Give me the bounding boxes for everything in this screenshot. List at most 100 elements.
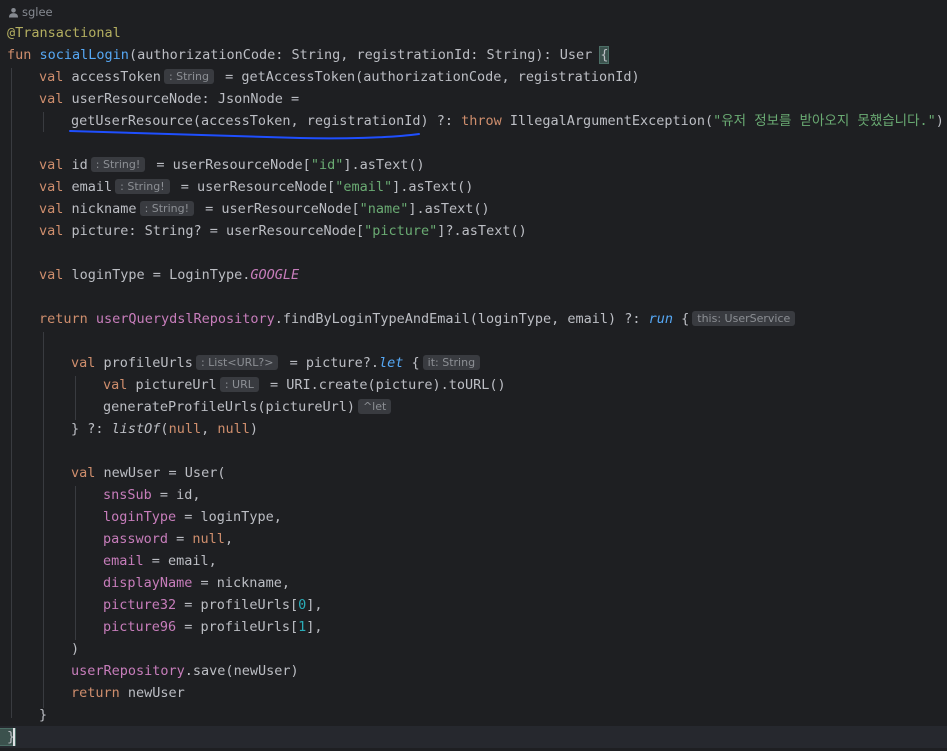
code-line: snsSub = id, [103,484,201,506]
current-code-line: } [0,726,947,748]
named-argument: email [103,553,144,569]
type-hint: : String! [139,201,195,216]
variable-name: pictureUrl [135,377,217,393]
keyword-null: null [217,421,250,437]
named-argument: password [103,531,169,547]
operator: = [151,487,177,503]
argument-value: profileUrls[ [200,619,299,635]
lambda-param-hint: it: String [422,355,481,370]
argument-value: profileUrls[ [200,597,299,613]
operator: = [176,619,201,635]
bracket: ], [306,619,323,635]
string-literal: "id" [310,157,344,173]
comma: , [201,421,218,437]
code-author-hint[interactable]: sglee [8,4,53,20]
function-call: generateProfileUrls(pictureUrl) [103,399,355,415]
bracket: ], [306,597,323,613]
expression: .findByLoginTypeAndEmail(loginType, emai… [274,311,649,327]
enum-constant: GOOGLE [250,267,300,283]
keyword-return: return [71,685,120,701]
expression: = picture?. [281,355,380,371]
comma: , [224,531,234,547]
user-icon [8,7,19,18]
keyword-null: null [192,531,225,547]
scope-function: let [379,355,404,371]
code-line: picture96 = profileUrls[1], [103,616,323,638]
function-signature: (authorizationCode: String, registration… [128,47,601,63]
code-line: displayName = nickname, [103,572,290,594]
code-line: val newUser = User( [71,462,225,484]
expression: ].asText() [343,157,425,173]
named-argument: picture96 [103,619,177,635]
code-line: picture32 = profileUrls[0], [103,594,323,616]
property-reference: userRepository [71,663,185,679]
expression: ].asText() [408,201,490,217]
keyword-val: val [39,179,64,195]
code-line: val loginType = LoginType.GOOGLE [39,264,299,286]
keyword-val: val [39,157,64,173]
paren: ) [935,113,944,129]
operator: = [143,553,169,569]
expression: } ?: [71,421,112,437]
variable-name: email [71,179,113,195]
receiver-hint: this: UserService [692,311,796,326]
indent-guide [11,68,12,718]
argument-value: email, [168,553,217,569]
expression: loginType = LoginType. [71,267,251,283]
indent-guide [43,112,44,132]
code-line: } ?: listOf(null, null) [71,418,258,440]
named-argument: snsSub [103,487,152,503]
brace: { [673,311,690,327]
code-editor[interactable]: sglee @Transactional fun socialLogin(aut… [0,0,947,751]
argument-value: nickname, [216,575,290,591]
keyword-val: val [39,267,64,283]
property-reference: userQuerydslRepository [95,311,275,327]
code-line: val userResourceNode: JsonNode = [39,88,299,110]
keyword-val: val [71,465,96,481]
keyword-val: val [39,91,64,107]
keyword-val: val [103,377,128,393]
code-line: } [39,704,47,726]
operator: = [168,531,193,547]
operator: = [176,509,201,525]
type-hint: : String! [115,179,170,194]
indent-guide [75,486,76,640]
operator: = [192,575,217,591]
expression: ].asText() [392,179,474,195]
variable-name: nickname [71,201,137,217]
number-literal: 0 [298,597,307,613]
expression: = getAccessToken(authorizationCode, regi… [216,69,640,85]
keyword-val: val [71,355,96,371]
expression: ]?.asText() [437,223,527,239]
paren: ) [71,641,80,657]
keyword-val: val [39,201,64,217]
keyword-val: val [39,69,64,85]
code-line: val email: String! = userResourceNode["e… [39,176,473,198]
string-literal: "picture" [364,223,438,239]
matched-brace: { [599,46,610,64]
code-line: val accessToken: String = getAccessToken… [39,66,640,88]
string-literal: "name" [359,201,409,217]
exception-class: IllegalArgumentException( [501,113,714,129]
variable-name: id [71,157,88,173]
keyword-fun: fun [7,47,32,63]
code-line: userRepository.save(newUser) [71,660,299,682]
expression: picture: String? = userResourceNode[ [71,223,365,239]
type-hint: : List<URL?> [195,355,279,370]
expression: newUser = User( [103,465,226,481]
type-hint: : URL [219,377,259,392]
code-line: val picture: String? = userResourceNode[… [39,220,527,242]
code-line: val profileUrls: List<URL?> = picture?.l… [71,352,483,374]
string-literal: "유저 정보를 받아오지 못했습니다." [713,113,936,129]
indent-guide [43,332,44,708]
paren: ( [160,421,169,437]
code-line: loginType = loginType, [103,506,282,528]
number-literal: 1 [298,619,307,635]
argument-value: loginType, [200,509,282,525]
code-line: return userQuerydslRepository.findByLogi… [39,308,798,330]
text-caret [13,728,15,746]
code-line: @Transactional [7,22,121,44]
operator: = [176,597,201,613]
indent-guide [75,376,76,420]
code-line: val pictureUrl: URL = URI.create(picture… [103,374,506,396]
